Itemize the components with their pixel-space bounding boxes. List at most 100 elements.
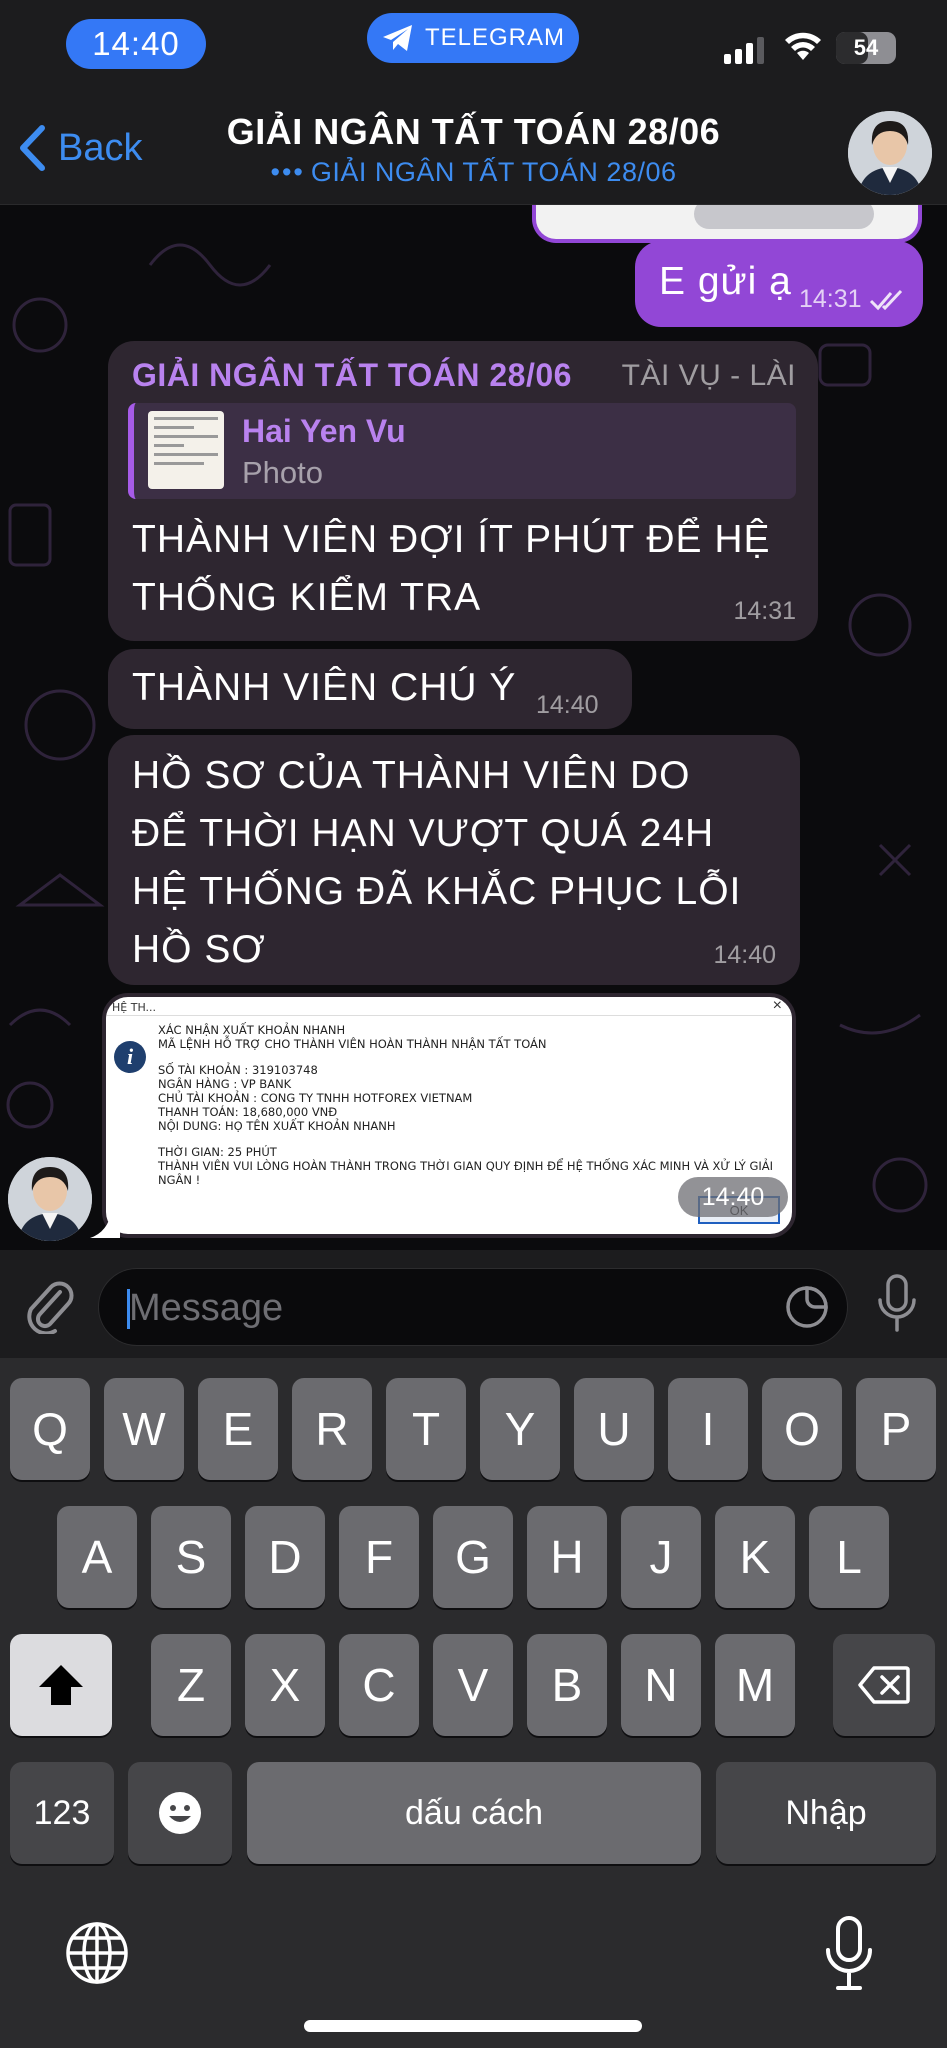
reply-type: Photo bbox=[242, 455, 324, 490]
app-badge-label: TELEGRAM bbox=[424, 24, 566, 51]
message-input[interactable]: Message bbox=[98, 1268, 848, 1346]
dialog-title: HỆ TH... bbox=[112, 1001, 157, 1014]
keyboard: Q W E R T Y U I O P A S D F G H J K L Z … bbox=[0, 1358, 947, 2048]
dialog-holder: CHỦ TÀI KHOẢN : CONG TY TNHH HOTFOREX VI… bbox=[158, 1091, 473, 1105]
bubble-tail bbox=[90, 1210, 120, 1238]
sender-name[interactable]: GIẢI NGÂN TẤT TOÁN 28/06 bbox=[132, 357, 572, 394]
reply-thumbnail bbox=[148, 411, 224, 489]
dialog-bank: NGÂN HÀNG : VP BANK bbox=[158, 1077, 292, 1091]
shift-key[interactable] bbox=[10, 1634, 112, 1736]
wifi-icon bbox=[785, 32, 821, 60]
status-time[interactable]: 14:40 bbox=[66, 19, 206, 69]
sticker-icon[interactable] bbox=[785, 1285, 829, 1329]
key-n[interactable]: N bbox=[621, 1634, 701, 1736]
message-time: 14:40 bbox=[713, 941, 776, 969]
signal-icon bbox=[724, 34, 764, 64]
numbers-key[interactable]: 123 bbox=[10, 1762, 114, 1864]
message-placeholder: Message bbox=[129, 1287, 284, 1329]
image-message[interactable]: HỆ TH... × i XÁC NHẬN XUẤT KHOẢN NHANH M… bbox=[102, 993, 796, 1238]
message-bubble-incoming[interactable]: THÀNH VIÊN CHÚ Ý 14:40 bbox=[108, 649, 632, 729]
dialog-close-icon: × bbox=[772, 997, 782, 1014]
chat-subtitle: ••• GIẢI NGÂN TẤT TOÁN 28/06 bbox=[150, 157, 797, 188]
reply-author: Hai Yen Vu bbox=[242, 413, 406, 449]
dialog-account: SỐ TÀI KHOẢN : 319103748 bbox=[158, 1063, 318, 1077]
key-w[interactable]: W bbox=[104, 1378, 184, 1480]
chat-header: Back GIẢI NGÂN TẤT TOÁN 28/06 ••• GIẢI NG… bbox=[0, 95, 947, 205]
chat-subtitle-text: GIẢI NGÂN TẤT TOÁN 28/06 bbox=[310, 157, 677, 187]
return-to-app-pill[interactable]: TELEGRAM bbox=[367, 13, 579, 63]
message-time: 14:40 bbox=[536, 691, 599, 719]
dialog-line: MÃ LỆNH HỖ TRỢ CHO THÀNH VIÊN HOÀN THÀNH… bbox=[158, 1037, 547, 1051]
emoji-icon bbox=[159, 1792, 201, 1834]
key-t[interactable]: T bbox=[386, 1378, 466, 1480]
message-text: THÀNH VIÊN ĐỢI ÍT PHÚT ĐỂ HỆ THỐNG KIỂM … bbox=[132, 518, 771, 619]
message-time: 14:40 bbox=[678, 1177, 788, 1217]
key-g[interactable]: G bbox=[433, 1506, 513, 1608]
back-chevron-icon bbox=[20, 125, 45, 171]
chat-title[interactable]: GIẢI NGÂN TẤT TOÁN 28/06 bbox=[150, 111, 797, 153]
double-check-icon bbox=[869, 289, 903, 311]
dictation-mic-icon[interactable] bbox=[820, 1914, 878, 1994]
message-text: THÀNH VIÊN CHÚ Ý bbox=[132, 666, 517, 709]
dialog-amount: THANH TOÁN: 18,680,000 VNĐ bbox=[158, 1105, 338, 1119]
dialog-duration: THỜI GIAN: 25 PHÚT bbox=[158, 1145, 277, 1159]
message-text: E gửi ạ bbox=[659, 260, 792, 303]
key-p[interactable]: P bbox=[856, 1378, 936, 1480]
back-label: Back bbox=[58, 126, 143, 169]
key-q[interactable]: Q bbox=[10, 1378, 90, 1480]
message-time: 14:31 bbox=[733, 597, 796, 625]
info-icon: i bbox=[114, 1041, 146, 1073]
sender-avatar[interactable] bbox=[8, 1157, 92, 1241]
chat-avatar[interactable] bbox=[848, 111, 932, 195]
key-v[interactable]: V bbox=[433, 1634, 513, 1736]
key-k[interactable]: K bbox=[715, 1506, 795, 1608]
message-time: 14:31 bbox=[799, 285, 862, 313]
key-x[interactable]: X bbox=[245, 1634, 325, 1736]
key-f[interactable]: F bbox=[339, 1506, 419, 1608]
key-z[interactable]: Z bbox=[151, 1634, 231, 1736]
key-j[interactable]: J bbox=[621, 1506, 701, 1608]
key-s[interactable]: S bbox=[151, 1506, 231, 1608]
reply-preview[interactable]: Hai Yen Vu Photo bbox=[128, 403, 796, 499]
battery-icon: 54 bbox=[836, 32, 896, 64]
key-u[interactable]: U bbox=[574, 1378, 654, 1480]
backspace-key[interactable] bbox=[833, 1634, 935, 1736]
key-l[interactable]: L bbox=[809, 1506, 889, 1608]
status-bar: 14:40 TELEGRAM 54 bbox=[0, 0, 947, 95]
backspace-icon bbox=[858, 1666, 910, 1704]
dialog-body: XÁC NHẬN XUẤT KHOẢN NHANH MÃ LỆNH HỖ TRỢ… bbox=[158, 1023, 786, 1187]
key-i[interactable]: I bbox=[668, 1378, 748, 1480]
key-r[interactable]: R bbox=[292, 1378, 372, 1480]
emoji-key[interactable] bbox=[128, 1762, 232, 1864]
shift-icon bbox=[39, 1665, 83, 1705]
typing-dots: ••• bbox=[270, 157, 305, 187]
home-indicator[interactable] bbox=[304, 2020, 642, 2032]
globe-icon[interactable] bbox=[64, 1920, 130, 1986]
message-bubble-incoming[interactable]: GIẢI NGÂN TẤT TOÁN 28/06 TÀI VỤ - LÀI Ha… bbox=[108, 341, 818, 641]
return-key[interactable]: Nhập bbox=[716, 1762, 936, 1864]
key-m[interactable]: M bbox=[715, 1634, 795, 1736]
mic-icon[interactable] bbox=[872, 1272, 922, 1336]
message-list[interactable]: E gửi ạ 14:31 GIẢI NGÂN TẤT TOÁN 28/06 T… bbox=[0, 205, 947, 1250]
battery-level: 54 bbox=[853, 35, 879, 60]
key-e[interactable]: E bbox=[198, 1378, 278, 1480]
key-c[interactable]: C bbox=[339, 1634, 419, 1736]
dialog-content: NỘI DUNG: HỌ TÊN XUẤT KHOẢN NHANH bbox=[158, 1119, 396, 1133]
key-b[interactable]: B bbox=[527, 1634, 607, 1736]
message-text: HỒ SƠ CỦA THÀNH VIÊN DO ĐỂ THỜI HẠN VƯỢT… bbox=[132, 754, 742, 971]
key-d[interactable]: D bbox=[245, 1506, 325, 1608]
key-a[interactable]: A bbox=[57, 1506, 137, 1608]
attach-icon[interactable] bbox=[22, 1276, 74, 1334]
space-key[interactable]: dấu cách bbox=[247, 1762, 701, 1864]
back-button[interactable]: Back bbox=[18, 125, 142, 171]
composer: Message bbox=[0, 1250, 947, 1358]
telegram-icon bbox=[382, 25, 412, 51]
message-bubble-outgoing[interactable]: E gửi ạ 14:31 bbox=[635, 241, 923, 327]
key-y[interactable]: Y bbox=[480, 1378, 560, 1480]
sender-role: TÀI VỤ - LÀI bbox=[621, 359, 796, 392]
dialog-line: XÁC NHẬN XUẤT KHOẢN NHANH bbox=[158, 1023, 346, 1037]
message-bubble-incoming[interactable]: HỒ SƠ CỦA THÀNH VIÊN DO ĐỂ THỜI HẠN VƯỢT… bbox=[108, 735, 800, 985]
key-o[interactable]: O bbox=[762, 1378, 842, 1480]
key-h[interactable]: H bbox=[527, 1506, 607, 1608]
previous-image-message[interactable] bbox=[532, 205, 922, 243]
